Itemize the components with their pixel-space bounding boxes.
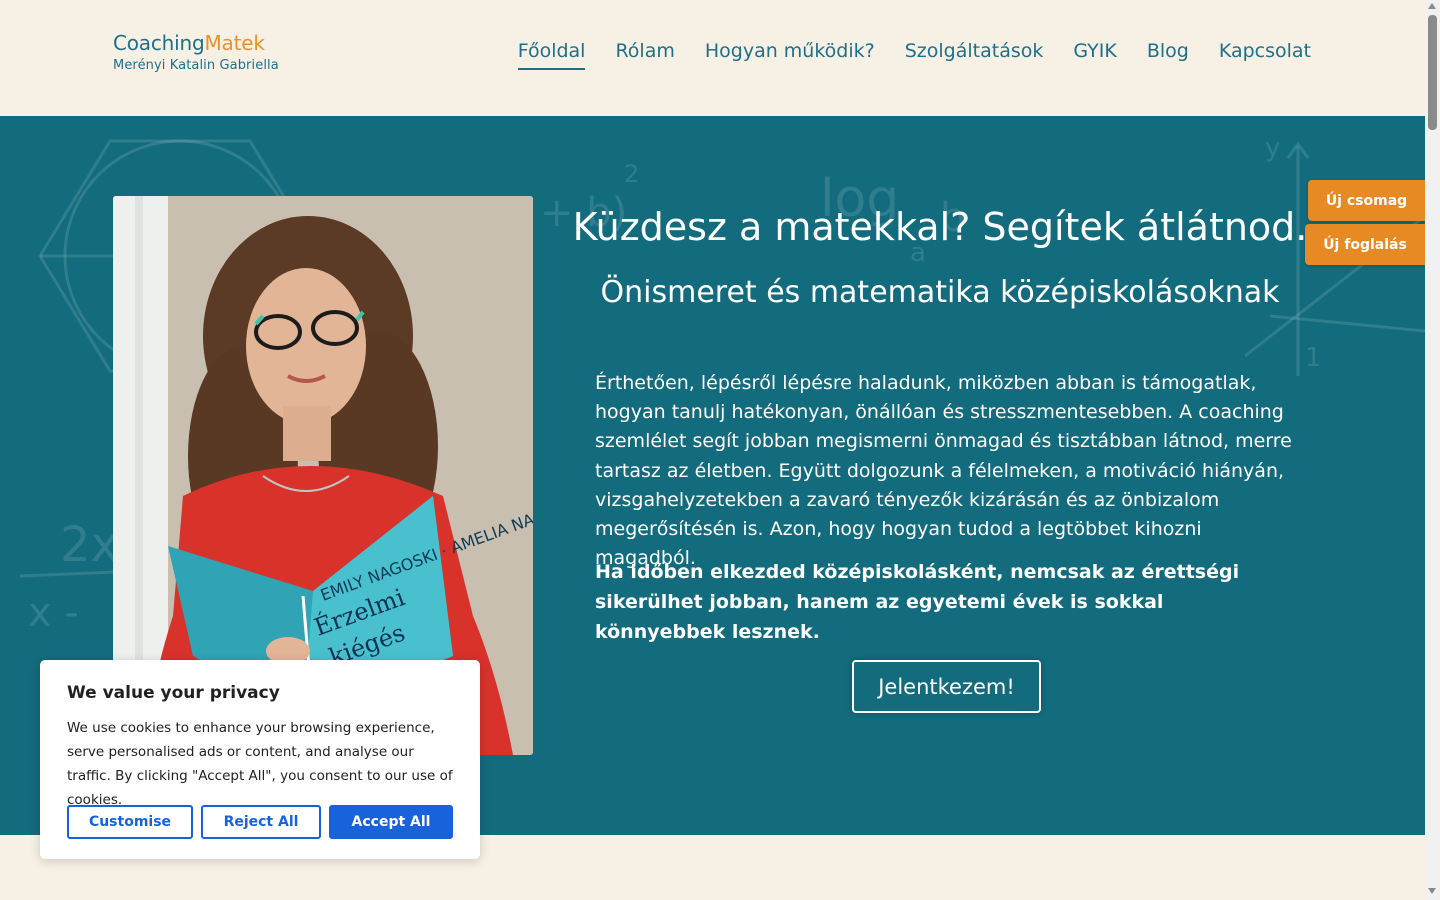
svg-text:2x: 2x [60,517,119,573]
signup-button[interactable]: Jelentkezem! [852,660,1041,713]
nav-item-how-it-works[interactable]: Hogyan működik? [705,40,875,70]
reject-all-button[interactable]: Reject All [201,805,321,839]
main-nav: Főoldal Rólam Hogyan működik? Szolgáltat… [517,40,1311,70]
logo-subtitle: Merényi Katalin Gabriella [113,58,279,73]
accept-all-button[interactable]: Accept All [329,805,453,839]
hero-subtitle: Önismeret és matematika középiskolásokna… [600,275,1280,310]
svg-text:y: y [1265,133,1280,163]
nav-item-home[interactable]: Főoldal [517,40,586,70]
svg-text:1: 1 [1305,343,1322,373]
scrollbar-thumb[interactable] [1428,15,1437,130]
scroll-down-arrow-icon[interactable] [1428,888,1436,894]
nav-item-about[interactable]: Rólam [615,40,674,70]
nav-item-faq[interactable]: GYIK [1073,40,1116,70]
cookie-title: We value your privacy [67,683,280,703]
new-booking-button[interactable]: Új foglalás [1305,224,1425,265]
svg-text:2: 2 [624,160,639,188]
site-logo[interactable]: CoachingMatek Merényi Katalin Gabriella [113,30,279,73]
nav-item-contact[interactable]: Kapcsolat [1219,40,1311,70]
hero-title: Küzdesz a matekkal? Segítek átlátnod. [572,205,1308,249]
page-scrollbar[interactable] [1425,0,1440,900]
hero-highlight: Ha időben elkezded középiskolásként, nem… [595,561,1240,643]
scroll-up-arrow-icon[interactable] [1428,3,1436,9]
nav-item-blog[interactable]: Blog [1147,40,1189,70]
customise-button[interactable]: Customise [67,805,193,839]
hero-description: Érthetően, lépésről lépésre haladunk, mi… [595,372,1292,570]
new-package-button[interactable]: Új csomag [1308,180,1425,221]
cookie-consent-banner: We value your privacy We use cookies to … [40,660,480,859]
svg-text:x -: x - [28,590,79,636]
cookie-text: We use cookies to enhance your browsing … [67,720,453,808]
site-header: CoachingMatek Merényi Katalin Gabriella … [0,0,1425,116]
nav-item-services[interactable]: Szolgáltatások [905,40,1044,70]
logo-wordmark: CoachingMatek [113,31,265,55]
